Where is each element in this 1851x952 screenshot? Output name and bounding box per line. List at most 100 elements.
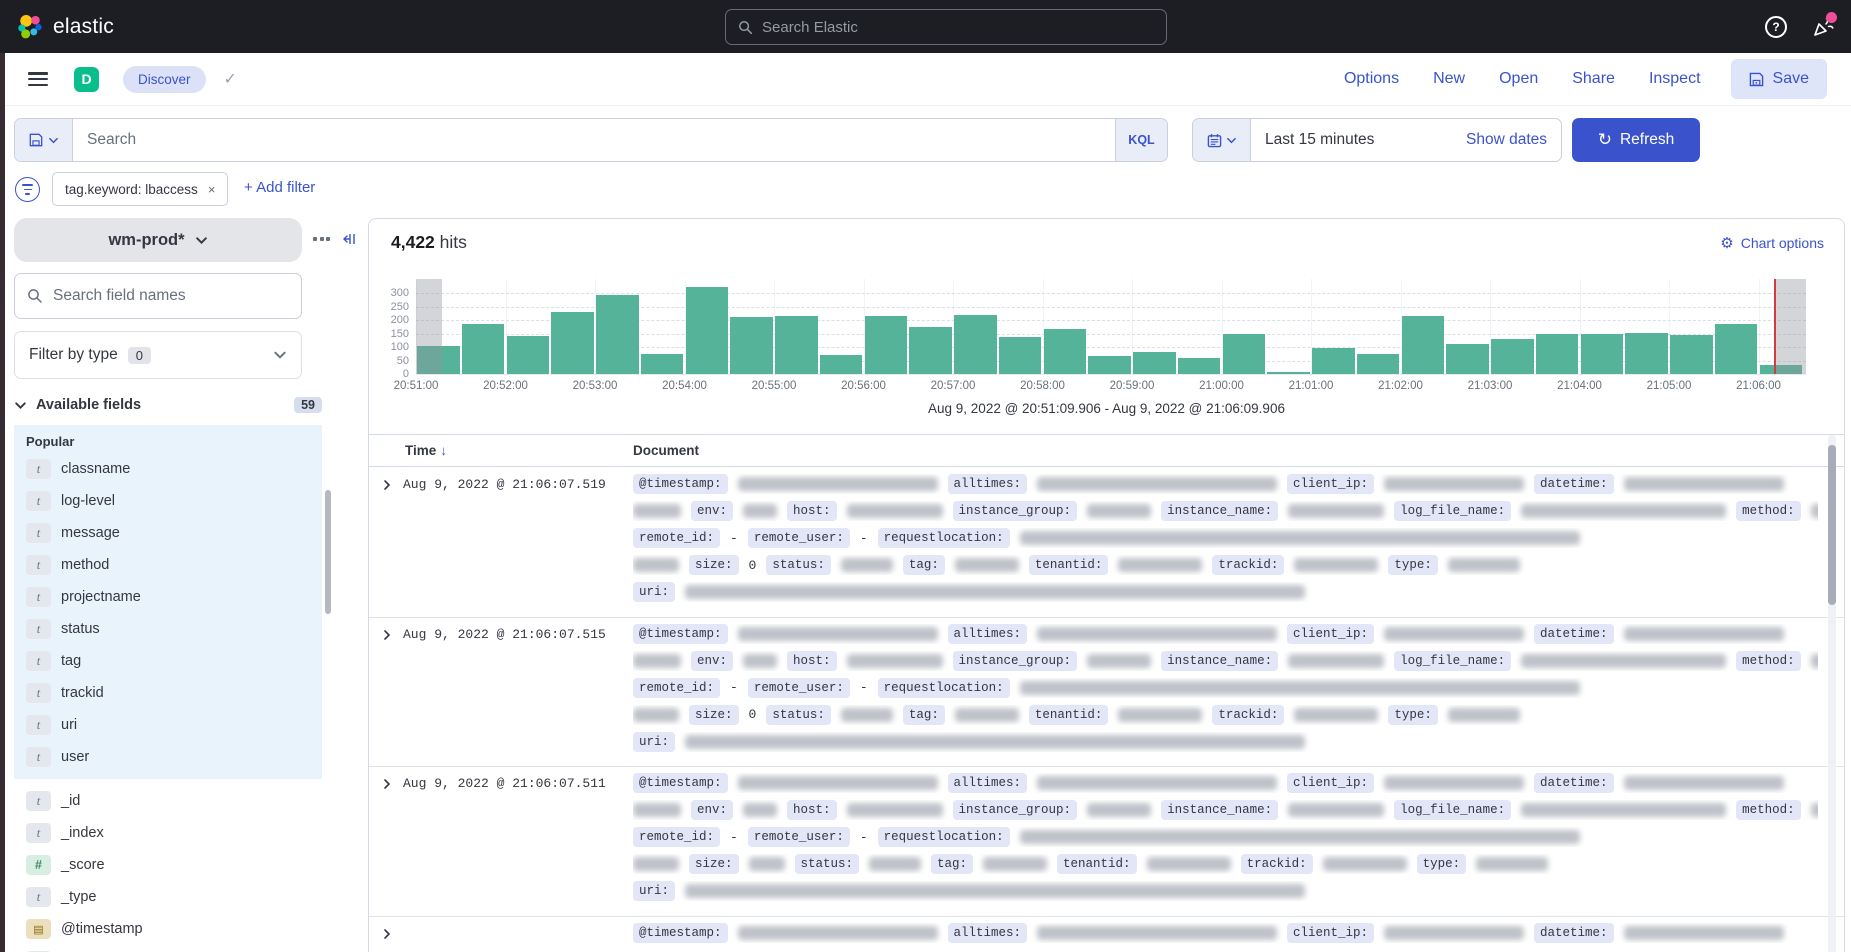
sidebar-scrollbar[interactable] [325,490,331,614]
doc-field-chip[interactable]: host: [787,501,837,521]
doc-field-chip[interactable]: size: [689,555,739,575]
doc-field-chip[interactable]: tenantid: [1029,555,1109,575]
kql-search-input[interactable]: Search KQL [14,118,1168,162]
doc-field-chip[interactable]: uri: [633,732,675,752]
doc-field-chip[interactable]: client_ip: [1287,923,1374,943]
doc-field-chip[interactable]: method: [1736,501,1801,521]
field-item[interactable]: taccountid [22,945,322,952]
chart-bar[interactable] [730,317,773,374]
chart-options-button[interactable]: ⚙ Chart options [1720,234,1824,252]
doc-field-chip[interactable]: status: [766,705,831,725]
doc-field-chip[interactable]: tenantid: [1029,705,1109,725]
doc-field-chip[interactable]: uri: [633,881,675,901]
expand-row-icon[interactable] [381,479,393,491]
expand-row-icon[interactable] [381,778,393,790]
collapse-sidebar-icon[interactable] [340,231,356,247]
chart-bar[interactable] [1223,334,1266,374]
doc-field-chip[interactable]: host: [787,651,837,671]
doc-field-chip[interactable]: status: [795,854,860,874]
chart-bar[interactable] [865,316,908,374]
doc-field-chip[interactable]: method: [1736,651,1801,671]
doc-field-chip[interactable]: instance_group: [953,501,1078,521]
chart-bar[interactable] [909,327,952,374]
chart-bar[interactable] [1312,348,1355,374]
chart-bar[interactable] [1044,329,1087,374]
chart-bar[interactable] [820,355,863,374]
time-column-header[interactable]: Time↓ [405,443,447,458]
doc-field-chip[interactable]: instance_name: [1161,800,1278,820]
chart-bar[interactable] [686,287,729,374]
expand-row-icon[interactable] [381,928,393,940]
chart-bar[interactable] [954,315,997,374]
chart-bar[interactable] [1670,335,1713,374]
chart-bar[interactable] [1446,344,1489,374]
doc-field-chip[interactable]: @timestamp: [633,773,728,793]
doc-field-chip[interactable]: type: [1417,854,1467,874]
show-dates-link[interactable]: Show dates [1466,131,1547,149]
doc-field-chip[interactable]: size: [689,854,739,874]
expand-row-icon[interactable] [381,629,393,641]
doc-field-chip[interactable]: env: [691,501,733,521]
doc-field-chip[interactable]: instance_group: [953,800,1078,820]
doc-field-chip[interactable]: tag: [903,705,945,725]
breadcrumb-discover[interactable]: Discover [123,66,206,93]
chart-bar[interactable] [507,336,550,374]
filter-pill[interactable]: tag.keyword: lbaccess × [52,172,228,206]
doc-field-chip[interactable]: client_ip: [1287,773,1374,793]
doc-field-chip[interactable]: trackid: [1212,705,1284,725]
field-item[interactable]: tlog-level [22,485,322,517]
chart-bar[interactable] [1581,334,1624,374]
field-item[interactable]: ttrackid [22,677,322,709]
saved-query-menu-button[interactable] [15,119,73,161]
menu-icon[interactable] [28,72,48,86]
doc-field-chip[interactable]: @timestamp: [633,923,728,943]
doc-field-chip[interactable]: type: [1388,705,1438,725]
chart-bar[interactable] [1491,339,1534,374]
doc-field-chip[interactable]: remote_user: [748,528,850,548]
field-item[interactable]: #_score [22,849,322,881]
doc-field-chip[interactable]: alltimes: [948,773,1028,793]
field-item[interactable]: tstatus [22,613,322,645]
doc-field-chip[interactable]: log_file_name: [1394,800,1511,820]
filter-menu-icon[interactable] [15,177,40,202]
field-item[interactable]: tmethod [22,549,322,581]
doc-field-chip[interactable]: remote_id: [633,528,720,548]
doc-field-chip[interactable]: requestlocation: [878,827,1010,847]
field-item[interactable]: tmessage [22,517,322,549]
help-icon[interactable]: ? [1765,16,1787,38]
doc-field-chip[interactable]: host: [787,800,837,820]
newsfeed-icon[interactable] [1811,15,1835,39]
calendar-menu-button[interactable] [1193,119,1251,161]
elastic-brand[interactable]: elastic [16,13,114,40]
doc-field-chip[interactable]: requestlocation: [878,678,1010,698]
doc-field-chip[interactable]: client_ip: [1287,624,1374,644]
doc-field-chip[interactable]: trackid: [1212,555,1284,575]
doc-field-chip[interactable]: trackid: [1241,854,1313,874]
add-filter-link[interactable]: + Add filter [244,179,315,196]
chart-bar[interactable] [1536,334,1579,374]
share-link[interactable]: Share [1572,70,1615,88]
chart-bar[interactable] [1178,358,1221,374]
doc-field-chip[interactable]: size: [689,705,739,725]
field-item[interactable]: tprojectname [22,581,322,613]
chart-bar[interactable] [551,312,594,374]
chart-bar[interactable] [1402,316,1445,374]
doc-field-chip[interactable]: datetime: [1534,474,1614,494]
save-button[interactable]: Save [1731,59,1827,99]
open-link[interactable]: Open [1499,70,1538,88]
doc-field-chip[interactable]: env: [691,800,733,820]
field-item[interactable]: turi [22,709,322,741]
doc-field-chip[interactable]: remote_id: [633,678,720,698]
chart-bar[interactable] [596,295,639,374]
doc-field-chip[interactable]: tenantid: [1057,854,1137,874]
available-fields-header[interactable]: Available fields 59 [14,397,322,413]
table-scrollbar-thumb[interactable] [1828,445,1836,605]
kql-language-button[interactable]: KQL [1115,119,1167,161]
time-range-value[interactable]: Last 15 minutes [1265,131,1466,149]
field-item[interactable]: ttag [22,645,322,677]
doc-field-chip[interactable]: tag: [903,555,945,575]
index-pattern-selector[interactable]: wm-prod* [14,218,302,262]
doc-field-chip[interactable]: alltimes: [948,474,1028,494]
doc-field-chip[interactable]: alltimes: [948,923,1028,943]
doc-field-chip[interactable]: instance_group: [953,651,1078,671]
